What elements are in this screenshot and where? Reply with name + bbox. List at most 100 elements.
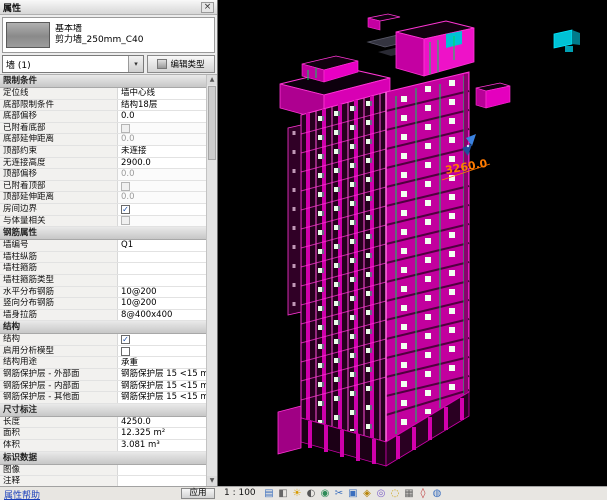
property-value[interactable]: 4250.0 xyxy=(118,416,206,428)
property-value[interactable]: 结构18层 xyxy=(118,99,206,111)
property-value[interactable]: 钢筋保护层 15 <15 mm> xyxy=(118,392,206,403)
property-value[interactable]: 未连接 xyxy=(118,145,206,157)
property-label: 与体量相关 xyxy=(0,215,118,227)
worksharing-display-icon[interactable]: ◍ xyxy=(431,488,443,500)
property-value[interactable]: ✓ xyxy=(118,334,206,345)
apply-button[interactable]: 应用 xyxy=(181,488,215,499)
scroll-up-icon[interactable]: ▲ xyxy=(207,75,217,85)
checkbox[interactable] xyxy=(121,346,130,356)
checkbox[interactable]: ✓ xyxy=(121,204,130,214)
chevron-down-icon[interactable]: ▾ xyxy=(128,56,143,72)
show-rendering-dialog-icon[interactable]: ◉ xyxy=(319,488,331,500)
shadows-icon[interactable]: ◐ xyxy=(305,488,317,500)
properties-scrollbar[interactable]: ▲ ▼ xyxy=(206,75,217,486)
detail-level-icon[interactable]: ▤ xyxy=(263,488,275,500)
building-model[interactable] xyxy=(277,13,580,467)
property-label: 钢筋保护层 - 外部面 xyxy=(0,369,118,380)
visual-style-icon[interactable]: ◧ xyxy=(277,488,289,500)
property-value[interactable]: 12.325 m² xyxy=(118,428,206,440)
3d-viewport[interactable]: 3260.0 xyxy=(218,0,607,486)
property-label: 钢筋保护层 - 内部面 xyxy=(0,380,118,392)
property-row: 底部延伸距离 0.0 xyxy=(0,134,206,146)
scroll-down-icon[interactable]: ▼ xyxy=(207,476,217,486)
property-value[interactable]: 8@400x400 xyxy=(118,309,206,321)
sun-path-icon[interactable]: ☀ xyxy=(291,488,303,500)
property-label: 墙柱箍筋 xyxy=(0,263,118,274)
section-header[interactable]: 标识数据 xyxy=(0,451,206,465)
property-value[interactable]: Q1 xyxy=(118,240,206,251)
roof-cyan-chip xyxy=(565,46,573,52)
view-control-icons: ▤ ◧ ☀ ◐ ◉ ✂ ▣ ◈ ◎ ◌ ▦ ◊ ◍ xyxy=(263,487,443,500)
property-row: 定位线 墙中心线 xyxy=(0,88,206,100)
type-preview-image xyxy=(6,22,50,48)
property-row: 图像 xyxy=(0,464,206,477)
unlocked-3d-view-icon[interactable]: ◈ xyxy=(361,488,373,500)
property-row: 底部限制条件 结构18层 xyxy=(0,99,206,112)
property-value xyxy=(118,215,206,227)
bottom-bar: 属性帮助 应用 1 : 100 ▤ ◧ ☀ ◐ ◉ ✂ ▣ ◈ ◎ ◌ ▦ ◊ ◍ xyxy=(0,486,607,500)
checkbox[interactable]: ✓ xyxy=(121,335,130,345)
checkbox xyxy=(121,181,130,191)
property-value[interactable] xyxy=(118,476,206,486)
section-header[interactable]: 尺寸标注 xyxy=(0,403,206,417)
property-label: 底部限制条件 xyxy=(0,99,118,111)
property-label: 已附着顶部 xyxy=(0,180,118,192)
property-label: 体积 xyxy=(0,440,118,451)
properties-panel: 属性 × 基本墙 剪力墙_250mm_C40 墙 (1) ▾ 编辑类型 限制条件… xyxy=(0,0,218,486)
3d-view-canvas[interactable]: 3260.0 xyxy=(218,0,607,486)
property-value[interactable] xyxy=(118,263,206,274)
property-value[interactable]: 承重 xyxy=(118,357,206,369)
property-row: 结构 ✓ xyxy=(0,334,206,346)
property-label: 结构 xyxy=(0,334,118,345)
property-row: 与体量相关 xyxy=(0,215,206,228)
property-row: 无连接高度 2900.0 xyxy=(0,157,206,170)
type-preview-text: 基本墙 剪力墙_250mm_C40 xyxy=(55,24,143,46)
property-value[interactable]: 10@200 xyxy=(118,286,206,298)
property-row: 底部偏移 0.0 xyxy=(0,111,206,123)
property-value[interactable]: 10@200 xyxy=(118,298,206,309)
temporary-view-properties-icon[interactable]: ▦ xyxy=(403,488,415,500)
crop-view-icon[interactable]: ✂ xyxy=(333,488,345,500)
view-scale-button[interactable]: 1 : 100 xyxy=(224,488,256,498)
section-header[interactable]: 结构 xyxy=(0,321,206,335)
property-row: 体积 3.081 m³ xyxy=(0,440,206,452)
property-row: 钢筋保护层 - 外部面钢筋保护层 15 <15 mm> xyxy=(0,369,206,381)
property-row: 房间边界 ✓ xyxy=(0,203,206,216)
section-header[interactable]: 限制条件 xyxy=(0,75,206,88)
property-value[interactable] xyxy=(118,345,206,357)
checkbox xyxy=(121,123,130,133)
show-constraints-icon[interactable]: ◊ xyxy=(417,488,429,500)
property-value[interactable]: 钢筋保护层 15 <15 mm> xyxy=(118,369,206,380)
family-name: 基本墙 xyxy=(55,24,83,34)
close-icon[interactable]: × xyxy=(201,1,214,13)
edit-type-button[interactable]: 编辑类型 xyxy=(147,55,215,73)
type-selector-preview[interactable]: 基本墙 剪力墙_250mm_C40 xyxy=(2,17,215,53)
property-label: 长度 xyxy=(0,416,118,428)
property-value[interactable]: ✓ xyxy=(118,203,206,215)
property-row: 已附着顶部 xyxy=(0,180,206,193)
properties-help-link[interactable]: 属性帮助 xyxy=(4,488,40,500)
property-row: 结构用途 承重 xyxy=(0,357,206,370)
property-label: 顶部延伸距离 xyxy=(0,192,118,203)
property-value[interactable] xyxy=(118,274,206,286)
property-value[interactable]: 钢筋保护层 15 <15 mm> xyxy=(118,380,206,392)
property-value[interactable] xyxy=(118,464,206,476)
podium-annex xyxy=(277,405,302,455)
show-crop-region-icon[interactable]: ▣ xyxy=(347,488,359,500)
element-filter-combo[interactable]: 墙 (1) ▾ xyxy=(2,55,144,73)
reveal-hidden-elements-icon[interactable]: ◌ xyxy=(389,488,401,500)
property-row: 顶部延伸距离 0.0 xyxy=(0,192,206,204)
property-label: 顶部偏移 xyxy=(0,169,118,180)
property-value[interactable]: 3.081 m³ xyxy=(118,440,206,451)
property-label: 底部偏移 xyxy=(0,111,118,122)
section-header[interactable]: 钢筋属性 xyxy=(0,227,206,241)
scrollbar-thumb[interactable] xyxy=(208,86,216,160)
property-value[interactable] xyxy=(118,251,206,263)
property-label: 已附着底部 xyxy=(0,122,118,134)
property-value[interactable]: 0.0 xyxy=(118,111,206,122)
property-value[interactable]: 2900.0 xyxy=(118,157,206,169)
property-value[interactable]: 墙中心线 xyxy=(118,88,206,99)
temporary-hide-isolate-icon[interactable]: ◎ xyxy=(375,488,387,500)
property-label: 底部延伸距离 xyxy=(0,134,118,145)
properties-titlebar[interactable]: 属性 × xyxy=(0,0,217,15)
